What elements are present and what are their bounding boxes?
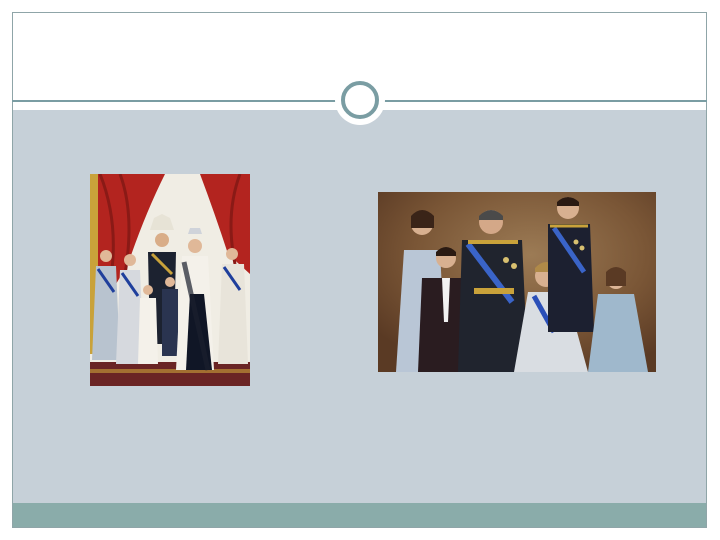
right-photo <box>378 192 656 372</box>
footer-bar <box>13 503 706 527</box>
left-photo <box>90 174 250 386</box>
circle-ornament-icon <box>335 75 385 125</box>
